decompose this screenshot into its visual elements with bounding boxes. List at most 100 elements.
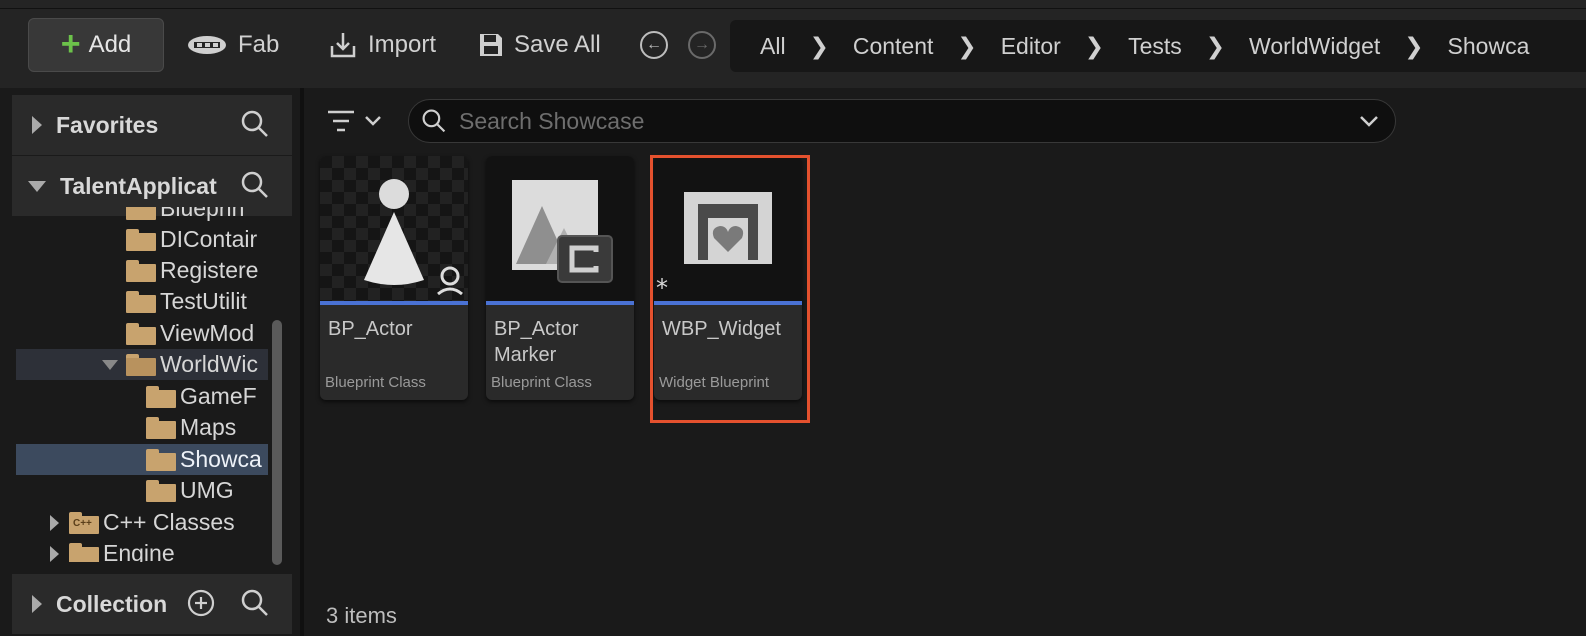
tree-item-umg[interactable]: UMG [16,475,268,506]
collapse-arrow-icon[interactable] [28,180,46,192]
folder-icon [146,385,176,408]
asset-type-label: Widget Blueprint [659,374,770,391]
folder-icon [126,290,156,313]
save-all-button-label: Save All [514,31,601,58]
folder-icon [126,228,156,251]
breadcrumb-item-worldwidget[interactable]: WorldWidget [1249,33,1380,60]
fab-button[interactable]: Fab [186,18,279,72]
chevron-right-icon[interactable]: ❯ [957,33,976,60]
breadcrumb-item-tests[interactable]: Tests [1128,33,1182,60]
chevron-right-icon[interactable]: ❯ [1085,33,1104,60]
import-button[interactable]: Import [328,18,436,72]
chevron-right-icon[interactable]: ❯ [1206,33,1225,60]
project-label: TalentApplicat [60,172,217,199]
expand-arrow-icon[interactable] [32,595,42,613]
folder-icon [146,416,176,439]
import-icon [330,33,356,58]
tree-scrollbar[interactable] [272,320,282,565]
asset-type-bar [654,301,802,305]
tree-item-testutilities[interactable]: TestUtilit [16,286,268,317]
svg-text:*: * [656,274,668,301]
import-button-label: Import [368,31,437,58]
tree-item-engine[interactable]: Engine [16,538,268,562]
tree-item-label: ViewMod [160,320,255,346]
chevron-right-icon[interactable]: ❯ [1404,33,1423,60]
sources-panel: Favorites TalentApplicat Blueprin DICont… [10,92,294,636]
collection-header[interactable]: Collection [12,574,292,634]
save-all-button[interactable]: Save All [478,18,601,72]
tree-item-label: UMG [180,477,234,503]
search-icon[interactable] [240,588,270,618]
tree-item-worldwidget[interactable]: WorldWic [16,349,268,380]
tree-item-cpp-classes[interactable]: C++ C++ Classes [16,507,268,538]
blueprint-class-icon [512,180,613,283]
tree-item-label: Showca [180,446,262,472]
collapse-arrow-icon[interactable] [102,359,118,370]
expand-arrow-icon[interactable] [50,545,59,562]
asset-type-bar [320,301,468,305]
tree-item-label: DIContair [160,226,258,252]
asset-type-bar [486,301,634,305]
tree-item-label: TestUtilit [160,288,247,314]
tree-item-viewmodels[interactable]: ViewMod [16,318,268,349]
asset-tile-wbp-widget[interactable]: * WBP_Widget Widget Blueprint [654,156,802,400]
expand-arrow-icon[interactable] [50,514,59,531]
breadcrumb-item-content[interactable]: Content [853,33,934,60]
back-arrow-icon[interactable]: ← [640,31,668,59]
fab-button-label: Fab [238,31,280,58]
tree-item-gameframework[interactable]: GameF [16,381,268,412]
forward-arrow-icon[interactable]: → [688,31,716,59]
asset-thumbnail [486,156,634,301]
folder-tree: Blueprin DIContair Registere TestUtilit … [10,207,268,562]
tree-item-showcase[interactable]: Showca [16,444,268,475]
search-bar[interactable] [408,99,1396,143]
chevron-down-icon[interactable] [1359,114,1379,128]
plus-icon: + [60,24,81,63]
chevron-right-icon[interactable]: ❯ [810,33,829,60]
search-input[interactable] [459,107,1339,135]
tree-item-registered[interactable]: Registere [16,255,268,286]
tree-item-label: WorldWic [160,351,258,377]
filter-icon [328,110,354,132]
filter-button[interactable] [326,106,390,136]
asset-tile-bp-actor[interactable]: BP_Actor Blueprint Class [320,156,468,400]
search-icon[interactable] [240,109,270,139]
tree-item-blueprint[interactable]: Blueprin [16,207,268,224]
asset-thumbnail [320,156,468,301]
folder-icon [146,479,176,502]
asset-type-label: Blueprint Class [325,374,426,391]
folder-open-icon [126,353,156,376]
add-button[interactable]: + Add [28,18,164,72]
favorites-label: Favorites [56,111,159,138]
asset-type-label: Blueprint Class [491,374,592,391]
folder-icon [69,542,99,562]
tree-item-label: Registere [160,257,259,283]
tree-item-label: GameF [180,383,257,409]
add-collection-icon[interactable] [186,588,216,618]
folder-icon [126,322,156,345]
folder-icon [126,259,156,282]
breadcrumb-item-showcase[interactable]: Showca [1448,33,1530,60]
asset-name: BP_Actor [328,318,413,340]
favorites-header[interactable]: Favorites [12,95,292,155]
chevron-down-icon [365,116,381,126]
tree-item-label: Engine [103,540,175,562]
tree-item-label: Blueprin [160,207,245,221]
folder-icon [126,207,156,220]
tree-item-maps[interactable]: Maps [16,412,268,443]
asset-name: BP_Actor Marker [494,318,579,366]
save-icon [480,34,502,56]
asset-thumbnail: * [654,156,802,302]
breadcrumb-item-editor[interactable]: Editor [1001,33,1061,60]
toolbar: + Add Fab Import Save All ← → All ❯ Cont… [0,0,1586,88]
tree-item-label: Maps [180,414,237,440]
search-icon[interactable] [240,170,270,200]
expand-arrow-icon[interactable] [32,116,42,134]
tree-item-label: C++ Classes [103,509,235,535]
actor-icon [364,179,463,296]
tree-item-dicontainer[interactable]: DIContair [16,224,268,255]
breadcrumb-item-all[interactable]: All [760,33,786,60]
cpp-folder-icon: C++ [69,511,99,534]
folder-icon [146,448,176,471]
asset-tile-bp-actor-marker[interactable]: BP_Actor Marker Blueprint Class [486,156,634,400]
